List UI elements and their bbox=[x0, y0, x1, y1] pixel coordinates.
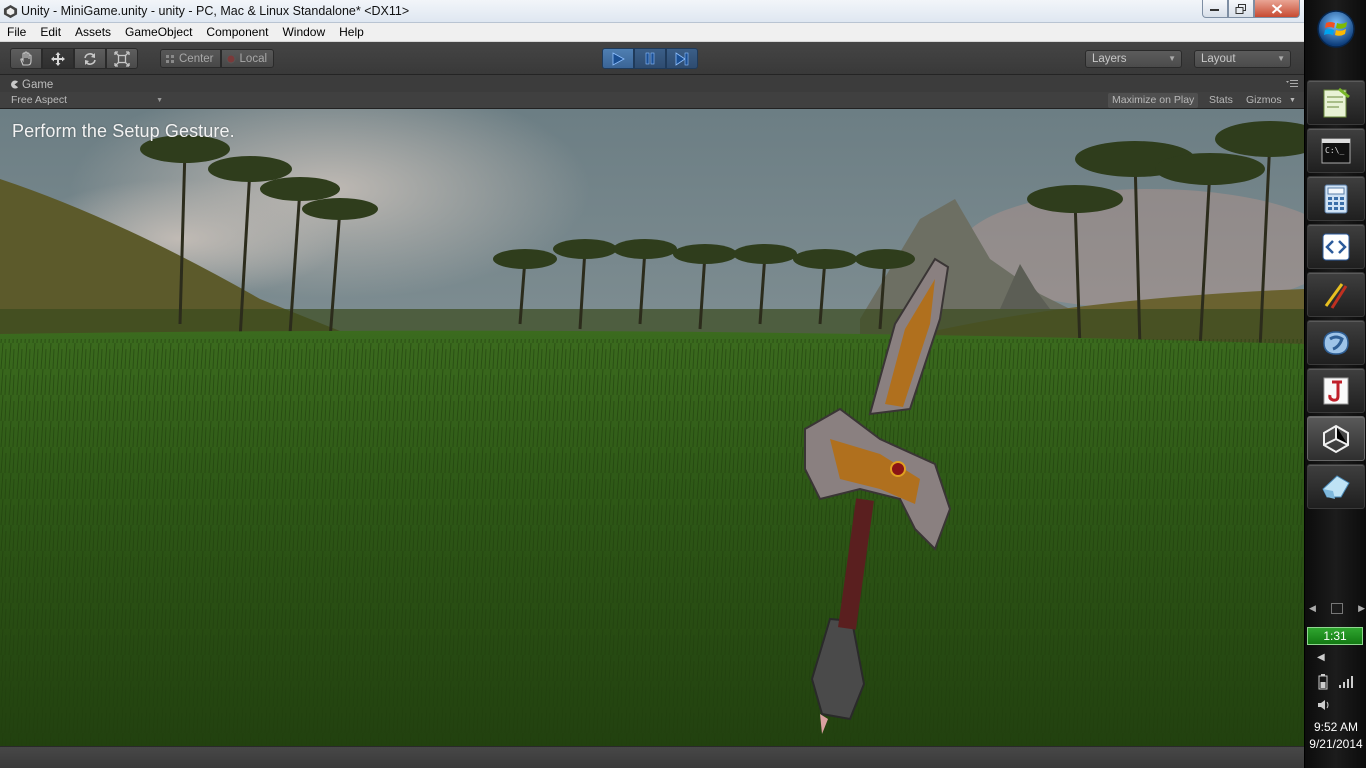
rotate-icon bbox=[84, 52, 96, 65]
play-icon bbox=[612, 51, 625, 66]
tab-game-label: Game bbox=[22, 78, 54, 91]
pivot-local-label: Local bbox=[239, 52, 268, 65]
status-bar bbox=[0, 746, 1304, 768]
dropdown-arrow-icon: ▼ bbox=[156, 97, 163, 104]
battery-time-indicator[interactable]: 1:31 bbox=[1307, 627, 1363, 645]
setup-gesture-instruction: Perform the Setup Gesture. bbox=[12, 121, 235, 141]
notepad-plus-icon bbox=[1323, 87, 1350, 117]
eraser-icon bbox=[1322, 474, 1350, 499]
dropdown-arrow-icon: ▼ bbox=[1277, 54, 1285, 63]
taskbar-kinect-studio[interactable] bbox=[1307, 320, 1365, 365]
network-signal-icon[interactable] bbox=[1338, 675, 1354, 688]
panel-menu-icon[interactable] bbox=[1286, 79, 1298, 88]
taskbar-paint[interactable] bbox=[1307, 272, 1365, 317]
close-button[interactable] bbox=[1254, 0, 1300, 18]
taskbar-java[interactable] bbox=[1307, 368, 1365, 413]
rotate-tool-button[interactable] bbox=[74, 48, 106, 69]
pause-button[interactable] bbox=[634, 48, 666, 69]
hand-tool-button[interactable] bbox=[10, 48, 42, 69]
tab-game[interactable]: Game bbox=[4, 77, 59, 92]
stats-toggle[interactable]: Stats bbox=[1205, 93, 1237, 108]
pivot-center-toggle[interactable]: Center bbox=[160, 49, 221, 68]
pause-icon bbox=[645, 52, 655, 65]
hand-icon bbox=[20, 50, 32, 66]
windows-taskbar: C:\_ ◀ ▶ 1:31 ◀ 9:52 AM 9/21/2014 bbox=[1304, 0, 1366, 768]
game-scene bbox=[0, 109, 1304, 746]
local-space-icon bbox=[226, 54, 236, 63]
pivot-toggles: Center Local bbox=[160, 49, 275, 70]
unity-icon bbox=[1323, 424, 1349, 453]
step-button[interactable] bbox=[666, 48, 698, 69]
svg-text:C:\_: C:\_ bbox=[1325, 146, 1344, 155]
pivot-center-label: Center bbox=[179, 52, 214, 65]
taskbar-notepad-plus[interactable] bbox=[1307, 80, 1365, 125]
game-options-bar: Free Aspect ▼ Maximize on Play Stats Giz… bbox=[0, 92, 1304, 109]
layout-dropdown[interactable]: Layout ▼ bbox=[1194, 50, 1291, 68]
menu-gameobject[interactable]: GameObject bbox=[118, 23, 199, 42]
volume-icon[interactable] bbox=[1317, 698, 1331, 712]
gizmos-toggle[interactable]: Gizmos bbox=[1242, 93, 1286, 108]
restore-icon bbox=[1235, 3, 1246, 14]
scroll-left-icon[interactable]: ◀ bbox=[1309, 603, 1316, 616]
scroll-right-icon[interactable]: ▶ bbox=[1358, 603, 1365, 616]
transform-tools bbox=[10, 48, 138, 69]
playback-controls bbox=[602, 48, 698, 69]
game-view[interactable]: Perform the Setup Gesture. bbox=[0, 109, 1304, 746]
taskbar-scroll: ◀ ▶ bbox=[1309, 603, 1365, 616]
scale-icon bbox=[114, 50, 130, 67]
menu-help[interactable]: Help bbox=[332, 23, 371, 42]
layers-dropdown[interactable]: Layers ▼ bbox=[1085, 50, 1182, 68]
menu-file[interactable]: File bbox=[0, 23, 33, 42]
menu-window[interactable]: Window bbox=[275, 23, 332, 42]
unity-app-icon bbox=[3, 4, 18, 19]
clock-date[interactable]: 9/21/2014 bbox=[1305, 737, 1366, 751]
taskbar-unity[interactable] bbox=[1307, 416, 1365, 461]
unity-toolbar: Center Local Layers ▼ Layout ▼ bbox=[0, 42, 1304, 75]
command-prompt-icon: C:\_ bbox=[1321, 138, 1351, 163]
maximize-on-play-toggle[interactable]: Maximize on Play bbox=[1108, 93, 1199, 108]
window-title-bar[interactable]: Unity - MiniGame.unity - unity - PC, Mac… bbox=[0, 0, 1304, 23]
move-icon bbox=[51, 51, 65, 66]
game-panel-tabbar: Game bbox=[0, 75, 1304, 92]
play-button[interactable] bbox=[602, 48, 634, 69]
layers-label: Layers bbox=[1092, 53, 1127, 65]
minimize-icon bbox=[1210, 8, 1219, 11]
move-tool-button[interactable] bbox=[42, 48, 74, 69]
scroll-thumb-icon[interactable] bbox=[1331, 603, 1343, 614]
menu-assets[interactable]: Assets bbox=[68, 23, 118, 42]
java-icon bbox=[1323, 377, 1349, 404]
aspect-dropdown[interactable]: Free Aspect ▼ bbox=[8, 92, 165, 109]
taskbar-eraser[interactable] bbox=[1307, 464, 1365, 509]
pivot-local-toggle[interactable]: Local bbox=[220, 49, 275, 68]
menu-bar: File Edit Assets GameObject Component Wi… bbox=[0, 23, 1304, 42]
menu-component[interactable]: Component bbox=[199, 23, 275, 42]
dropdown-arrow-icon: ▼ bbox=[1168, 54, 1176, 63]
clock-time[interactable]: 9:52 AM bbox=[1305, 720, 1366, 734]
calculator-icon bbox=[1324, 184, 1348, 213]
show-hidden-icons-icon[interactable]: ◀ bbox=[1317, 652, 1325, 663]
window-title: Unity - MiniGame.unity - unity - PC, Mac… bbox=[21, 4, 410, 18]
game-pacman-icon bbox=[11, 80, 19, 89]
taskbar-code-editor[interactable] bbox=[1307, 224, 1365, 269]
restore-button[interactable] bbox=[1228, 0, 1254, 18]
step-icon bbox=[675, 51, 689, 66]
code-editor-icon bbox=[1322, 233, 1350, 260]
scale-tool-button[interactable] bbox=[106, 48, 138, 69]
close-icon bbox=[1271, 3, 1283, 14]
taskbar-calculator[interactable] bbox=[1307, 176, 1365, 221]
menu-edit[interactable]: Edit bbox=[33, 23, 68, 42]
minimize-button[interactable] bbox=[1202, 0, 1228, 18]
gizmos-dropdown-arrow-icon[interactable]: ▼ bbox=[1287, 93, 1298, 108]
taskbar-command-prompt[interactable]: C:\_ bbox=[1307, 128, 1365, 173]
center-pivot-icon bbox=[166, 54, 174, 63]
aspect-label: Free Aspect bbox=[11, 94, 68, 106]
paint-brush-icon bbox=[1324, 282, 1348, 309]
windows-start-icon[interactable] bbox=[1316, 9, 1356, 49]
battery-icon[interactable] bbox=[1318, 674, 1328, 690]
kinect-studio-icon bbox=[1323, 330, 1349, 355]
layout-label: Layout bbox=[1201, 53, 1236, 65]
